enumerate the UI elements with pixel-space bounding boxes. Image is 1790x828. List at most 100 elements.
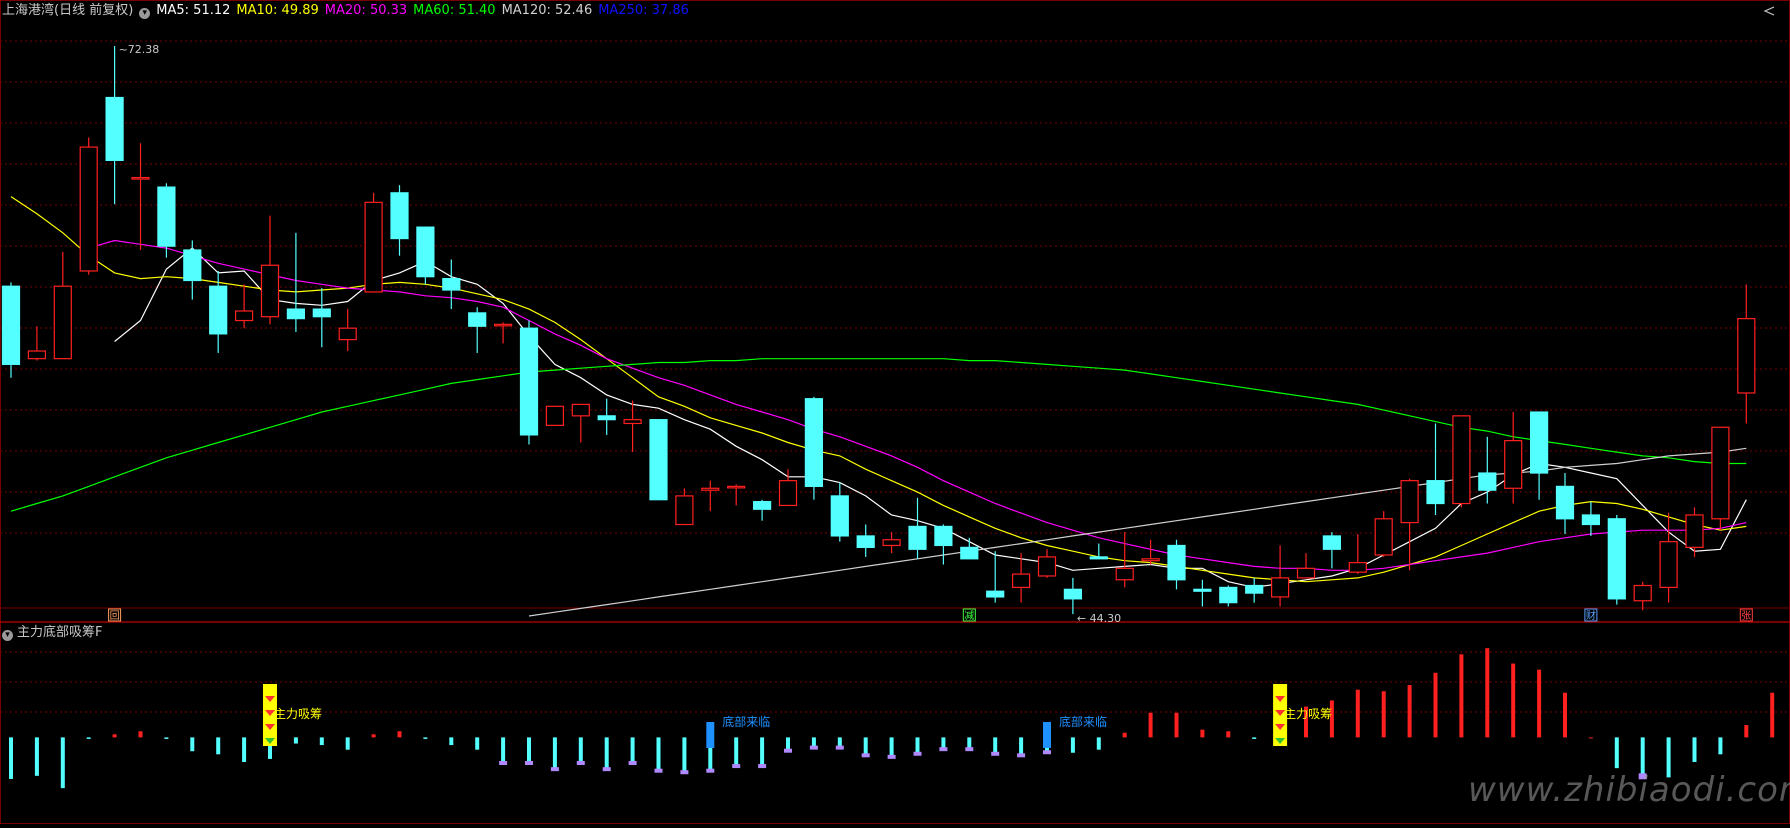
indicator-bar-negative bbox=[60, 737, 65, 789]
candle-body bbox=[27, 350, 46, 360]
ma-line-ma120 bbox=[528, 447, 1747, 617]
candle-body bbox=[856, 535, 875, 548]
purple-mark bbox=[784, 748, 792, 753]
ma-line-ma5 bbox=[114, 247, 1747, 589]
indicator-bar-positive bbox=[1122, 732, 1127, 738]
ma-legend-item: MA20: 50.33 bbox=[324, 3, 408, 18]
candle-body bbox=[830, 495, 849, 537]
indicator-bar-negative bbox=[578, 737, 583, 762]
indicator-bar-positive bbox=[138, 731, 143, 738]
indicator-bar-positive bbox=[1459, 654, 1464, 738]
purple-mark bbox=[758, 764, 767, 769]
candle-body bbox=[416, 226, 435, 278]
indicator-bar-negative bbox=[1252, 737, 1257, 739]
collapse-arrow-icon[interactable] bbox=[1762, 6, 1776, 16]
indicator-bar-negative bbox=[786, 737, 790, 750]
candle-body bbox=[1737, 318, 1756, 394]
candle-body bbox=[494, 323, 513, 327]
candle-body bbox=[778, 480, 798, 507]
stock-title: 上海港湾(日线 前复权) bbox=[2, 3, 134, 18]
indicator-bar-negative bbox=[734, 737, 739, 766]
indicator-bar-positive bbox=[1407, 685, 1412, 738]
candle-body bbox=[1011, 573, 1031, 589]
indicator-bar-positive bbox=[1355, 689, 1360, 738]
purple-mark bbox=[861, 753, 870, 758]
candle-body bbox=[1219, 586, 1238, 604]
signal-label: 主力吸筹 bbox=[1284, 707, 1332, 721]
indicator-bar-negative bbox=[319, 737, 324, 746]
low-price-label: ← 44.30 bbox=[1077, 612, 1121, 625]
indicator-bar-positive bbox=[1485, 648, 1490, 738]
signal-column bbox=[1043, 722, 1051, 748]
indicator-bar-negative bbox=[345, 737, 350, 750]
indicator-header: ▾ 主力底部吸筹F bbox=[2, 624, 102, 642]
candle-body bbox=[1037, 556, 1057, 577]
candle-body bbox=[908, 525, 927, 550]
purple-mark bbox=[706, 768, 715, 773]
candle-body bbox=[1322, 535, 1342, 550]
candle-body bbox=[1089, 556, 1108, 560]
event-marker-label: 张 bbox=[1741, 610, 1751, 622]
indicator-bar-positive bbox=[1226, 731, 1231, 738]
signal-column bbox=[706, 722, 715, 748]
candle-body bbox=[675, 495, 694, 526]
ma-legend-item: MA60: 51.40 bbox=[413, 3, 496, 18]
indicator-bar-positive bbox=[112, 734, 117, 738]
event-marker-label: 财 bbox=[1586, 609, 1596, 622]
indicator-bar-negative bbox=[656, 737, 661, 770]
purple-mark bbox=[525, 761, 533, 765]
indicator-bar-positive bbox=[1537, 669, 1542, 738]
main-chart-header: 上海港湾(日线 前复权) ▾ MA5: 51.12 MA10: 49.89 MA20: … bbox=[2, 2, 701, 20]
candle-body bbox=[1529, 411, 1549, 474]
candle-body bbox=[519, 327, 539, 436]
indicator-bar-negative bbox=[1640, 737, 1645, 775]
indicator-bar-negative bbox=[1070, 737, 1075, 753]
indicator-bar-negative bbox=[475, 737, 480, 750]
candle-body bbox=[468, 312, 487, 327]
candle-body bbox=[1115, 567, 1134, 581]
indicator-bar-negative bbox=[682, 737, 687, 772]
candle-body bbox=[1063, 588, 1083, 600]
ma-legend: MA5: 51.12 MA10: 49.89 MA20: 50.33 MA60: 51… bbox=[156, 3, 695, 18]
indicator-bar-negative bbox=[190, 737, 195, 752]
candle-body bbox=[1452, 415, 1471, 505]
indicator-bar-positive bbox=[1563, 692, 1567, 738]
purple-mark bbox=[602, 767, 611, 772]
settings-circle-icon[interactable]: ▾ bbox=[139, 8, 151, 19]
indicator-bar-positive bbox=[1174, 712, 1179, 738]
ma-legend-item: MA5: 51.12 bbox=[156, 3, 231, 18]
candle-body bbox=[260, 264, 280, 318]
purple-mark bbox=[835, 745, 844, 750]
candle-body bbox=[1193, 588, 1212, 592]
ma-legend-item: MA250: 37.86 bbox=[598, 3, 689, 18]
purple-mark bbox=[628, 761, 637, 765]
indicator-bar-negative bbox=[941, 737, 946, 749]
indicator-bar-positive bbox=[1511, 663, 1516, 738]
indicator-bar-negative bbox=[293, 737, 298, 744]
candle-body bbox=[1659, 541, 1678, 589]
candle-body bbox=[623, 419, 642, 425]
candle-body bbox=[364, 201, 383, 293]
candle-body bbox=[1296, 567, 1316, 579]
indicator-bar-negative bbox=[837, 737, 842, 747]
indicator-bar-positive bbox=[1744, 725, 1749, 738]
candle-body bbox=[1633, 584, 1652, 602]
candle-body bbox=[1245, 584, 1264, 594]
purple-mark bbox=[991, 751, 1000, 756]
purple-mark bbox=[654, 768, 663, 773]
indicator-bar-negative bbox=[1019, 737, 1024, 755]
purple-mark bbox=[499, 761, 508, 765]
indicator-bar-negative bbox=[1614, 737, 1619, 769]
chart-canvas: ~72.38 ← 44.30 回 减 财 张主力吸筹底部来临 底部来临 主力吸筹 bbox=[0, 0, 1790, 824]
indicator-bar-negative bbox=[1692, 737, 1697, 762]
indicator-bar-negative bbox=[993, 737, 998, 753]
indicator-settings-icon[interactable]: ▾ bbox=[2, 630, 13, 641]
indicator-bar-positive bbox=[1588, 737, 1593, 739]
candle-body bbox=[312, 308, 331, 318]
candle-body bbox=[1504, 440, 1523, 489]
indicator-bar-positive bbox=[371, 734, 376, 738]
purple-mark bbox=[1017, 753, 1026, 758]
indicator-bar-negative bbox=[9, 737, 13, 779]
candle-body bbox=[727, 485, 746, 489]
candle-body bbox=[53, 285, 72, 360]
